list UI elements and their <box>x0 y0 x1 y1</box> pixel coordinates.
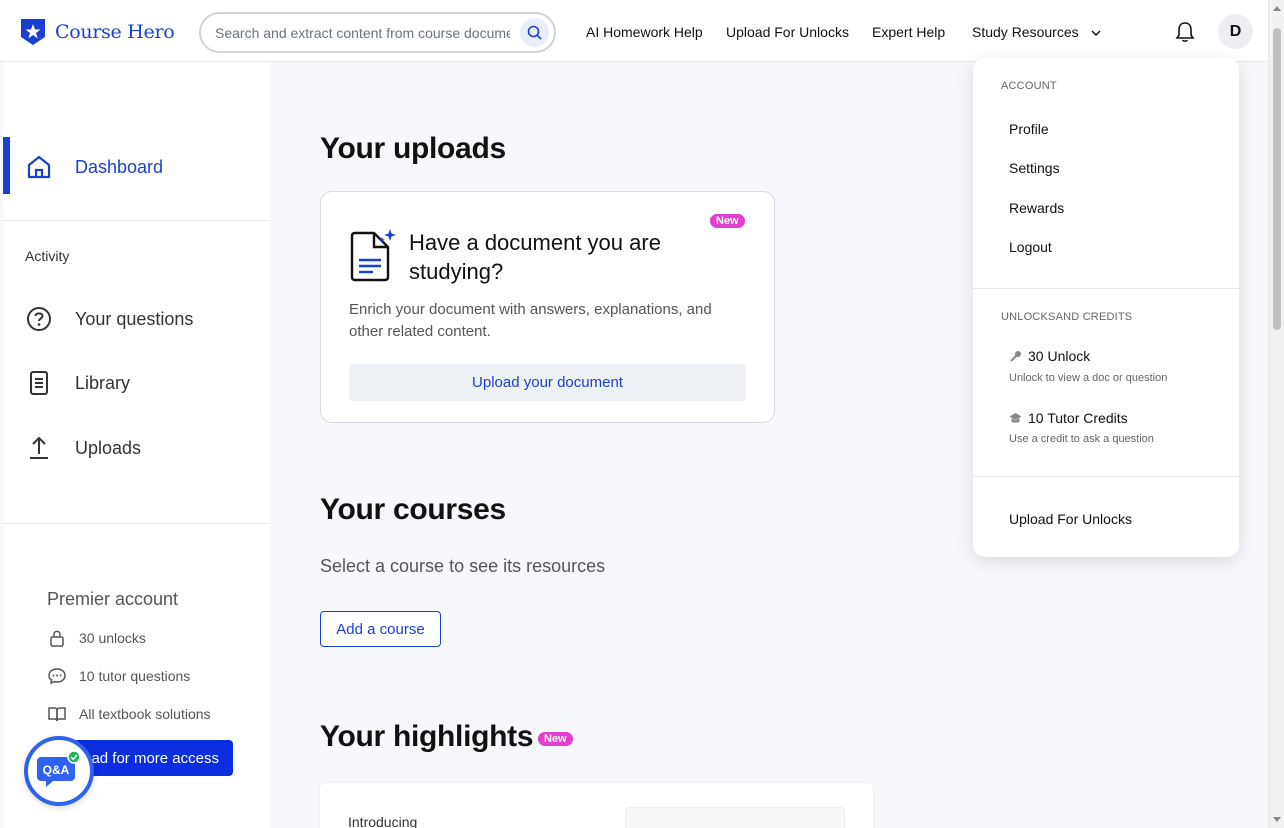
search-input[interactable] <box>215 24 510 41</box>
premier-account-title: Premier account <box>47 589 179 609</box>
add-course-button[interactable]: Add a course <box>320 611 441 647</box>
sidebar-item-dashboard[interactable]: Dashboard <box>25 153 163 181</box>
search-icon <box>527 25 542 40</box>
nav-expert-help[interactable]: Expert Help <box>872 24 945 40</box>
document-sparkle-icon <box>350 229 396 282</box>
course-hero-logo[interactable]: Course Hero <box>19 17 175 47</box>
menu-item-logout[interactable]: Logout <box>1009 239 1052 255</box>
user-avatar[interactable]: D <box>1218 14 1253 49</box>
divider <box>3 523 270 524</box>
chat-bubble-icon <box>48 668 66 685</box>
menu-item-rewards[interactable]: Rewards <box>1009 200 1064 216</box>
search-bar[interactable] <box>199 12 556 53</box>
nav-study-resources[interactable]: Study Resources <box>972 24 1101 40</box>
upload-document-button[interactable]: Upload your document <box>349 364 746 401</box>
divider <box>973 476 1239 477</box>
perk-tutor-questions: 10 tutor questions <box>47 666 190 686</box>
graduation-cap-icon <box>1009 412 1022 423</box>
perk-label: 30 unlocks <box>79 630 146 646</box>
key-icon <box>1010 350 1021 362</box>
logo-text: Course Hero <box>55 21 175 43</box>
perk-textbook-solutions: All textbook solutions <box>47 704 211 724</box>
page-scrollbar[interactable] <box>1268 0 1284 828</box>
card-title: Have a document you are studying? <box>409 230 661 284</box>
notification-bell-icon[interactable] <box>1175 21 1195 43</box>
account-heading: ACCOUNT <box>1001 80 1057 92</box>
search-button[interactable] <box>520 18 549 47</box>
unlock-label: 30 Unlock <box>1028 348 1091 364</box>
tutor-label: 10 Tutor Credits <box>1028 410 1128 426</box>
active-indicator <box>3 137 10 194</box>
sidebar-item-label: Library <box>75 372 131 393</box>
lock-icon <box>50 630 64 647</box>
credits-heading: UNLOCKSAND CREDITS <box>1001 311 1133 323</box>
menu-item-profile[interactable]: Profile <box>1009 121 1049 137</box>
highlights-new-badge: New <box>538 732 573 746</box>
qa-chat-icon: Q&A <box>37 751 81 787</box>
sidebar: Dashboard Activity Your questions Librar… <box>3 62 270 828</box>
perk-label: 10 tutor questions <box>79 668 191 684</box>
sidebar-item-library[interactable]: Library <box>25 369 130 397</box>
sidebar-item-label: Your questions <box>75 308 194 329</box>
activity-heading: Activity <box>25 248 70 264</box>
uploads-title: Your uploads <box>320 132 506 165</box>
preview-card <box>625 807 845 828</box>
nav-ai-homework-help[interactable]: AI Homework Help <box>586 24 703 40</box>
upgrade-button[interactable]: ad for more access <box>73 740 233 776</box>
account-dropdown: ACCOUNT Profile Settings Rewards Logout … <box>973 58 1239 557</box>
menu-item-upload-for-unlocks[interactable]: Upload For Unlocks <box>1009 511 1132 527</box>
courses-title: Your courses <box>320 493 506 526</box>
new-badge: New <box>710 214 745 228</box>
intro-text: Introducing <box>348 814 418 828</box>
nav-study-resources-label: Study Resources <box>972 24 1079 40</box>
home-icon <box>27 155 51 179</box>
menu-item-settings[interactable]: Settings <box>1009 160 1060 176</box>
highlights-title: Your highlights <box>320 720 534 753</box>
question-circle-icon <box>27 307 51 331</box>
top-header: Course Hero AI Homework Help Upload For … <box>0 0 1284 62</box>
nav-upload-for-unlocks[interactable]: Upload For Unlocks <box>726 24 849 40</box>
chevron-down-icon <box>1091 30 1100 37</box>
divider <box>973 288 1239 289</box>
unlock-subtext: Unlock to view a doc or question <box>1009 372 1168 384</box>
highlight-card: Introducing <box>320 783 873 828</box>
divider <box>3 220 270 221</box>
scroll-thumb[interactable] <box>1273 28 1281 330</box>
sidebar-item-uploads[interactable]: Uploads <box>25 434 141 462</box>
courses-subtitle: Select a course to see its resources <box>320 556 606 576</box>
document-list-icon <box>30 371 48 395</box>
tutor-credit: 10 Tutor Credits <box>1009 410 1128 426</box>
qa-label: Q&A <box>43 763 70 777</box>
scroll-up-arrow-icon[interactable] <box>1273 6 1281 11</box>
perk-label: All textbook solutions <box>79 706 211 722</box>
qa-chat-button[interactable]: Q&A <box>24 736 94 806</box>
card-description: Enrich your document with answers, expla… <box>349 301 712 340</box>
tutor-subtext: Use a credit to ask a question <box>1009 433 1154 445</box>
logo-shield-icon <box>21 19 45 45</box>
sidebar-item-your-questions[interactable]: Your questions <box>25 305 193 333</box>
upload-card: New Have a document you are studying? En… <box>320 191 775 423</box>
open-book-icon <box>48 707 66 722</box>
sidebar-item-label: Uploads <box>75 437 142 458</box>
scroll-down-arrow-icon[interactable] <box>1273 817 1281 822</box>
sidebar-item-label: Dashboard <box>75 156 164 177</box>
upload-icon <box>30 436 48 459</box>
unlock-credit: 30 Unlock <box>1009 348 1090 364</box>
perk-unlocks: 30 unlocks <box>47 628 146 648</box>
